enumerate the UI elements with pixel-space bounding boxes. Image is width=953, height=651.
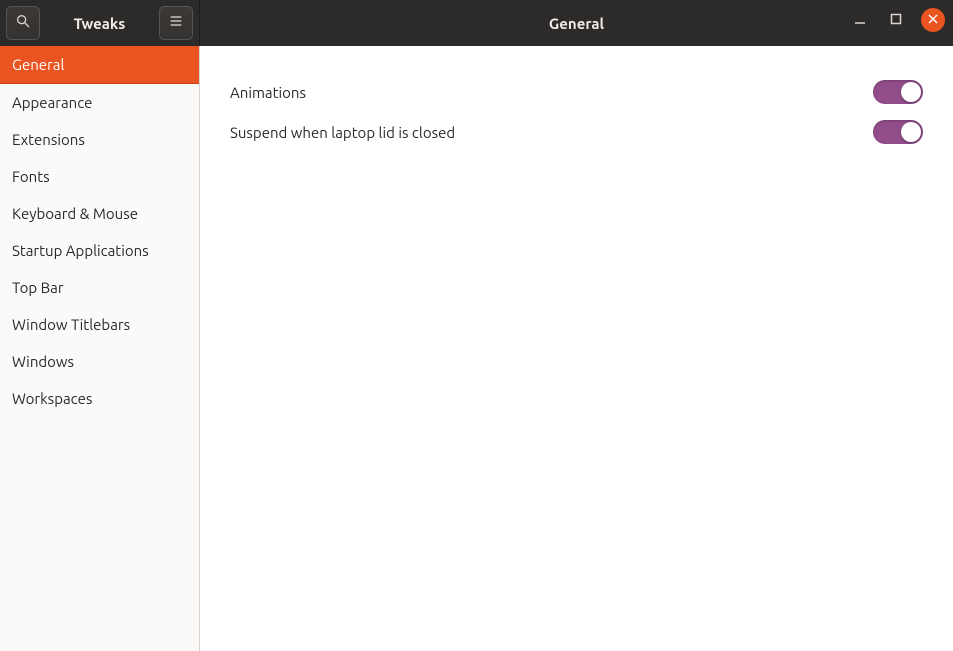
content-panel: Animations Suspend when laptop lid is clo… <box>200 46 953 651</box>
toggle-knob <box>901 82 921 102</box>
titlebar: Tweaks General <box>0 0 953 46</box>
titlebar-sidebar-header: Tweaks <box>0 0 200 46</box>
sidebar-item-appearance[interactable]: Appearance <box>0 84 199 121</box>
close-icon <box>927 11 939 29</box>
minimize-icon <box>854 11 866 29</box>
sidebar-item-top-bar[interactable]: Top Bar <box>0 269 199 306</box>
sidebar-item-keyboard-mouse[interactable]: Keyboard & Mouse <box>0 195 199 232</box>
app-title: Tweaks <box>40 15 159 32</box>
window: Tweaks General Genera <box>0 0 953 651</box>
window-controls <box>849 8 945 32</box>
body: GeneralAppearanceExtensionsFontsKeyboard… <box>0 46 953 651</box>
search-button[interactable] <box>6 6 40 40</box>
titlebar-main: General <box>200 0 953 46</box>
setting-toggle[interactable] <box>873 120 923 144</box>
sidebar-item-windows[interactable]: Windows <box>0 343 199 380</box>
setting-row: Suspend when laptop lid is closed <box>230 116 923 156</box>
sidebar-item-fonts[interactable]: Fonts <box>0 158 199 195</box>
close-button[interactable] <box>921 8 945 32</box>
search-icon <box>15 13 31 33</box>
sidebar-item-extensions[interactable]: Extensions <box>0 121 199 158</box>
setting-toggle[interactable] <box>873 80 923 104</box>
setting-row: Animations <box>230 76 923 116</box>
toggle-knob <box>901 122 921 142</box>
sidebar-item-window-titlebars[interactable]: Window Titlebars <box>0 306 199 343</box>
sidebar-item-workspaces[interactable]: Workspaces <box>0 380 199 417</box>
hamburger-icon <box>168 13 184 33</box>
sidebar-item-startup-applications[interactable]: Startup Applications <box>0 232 199 269</box>
sidebar: GeneralAppearanceExtensionsFontsKeyboard… <box>0 46 200 651</box>
maximize-icon <box>890 11 902 29</box>
setting-label: Animations <box>230 84 306 101</box>
page-title: General <box>549 15 604 32</box>
menu-button[interactable] <box>159 6 193 40</box>
maximize-button[interactable] <box>885 9 907 31</box>
setting-label: Suspend when laptop lid is closed <box>230 124 455 141</box>
minimize-button[interactable] <box>849 9 871 31</box>
sidebar-item-general[interactable]: General <box>0 46 199 84</box>
